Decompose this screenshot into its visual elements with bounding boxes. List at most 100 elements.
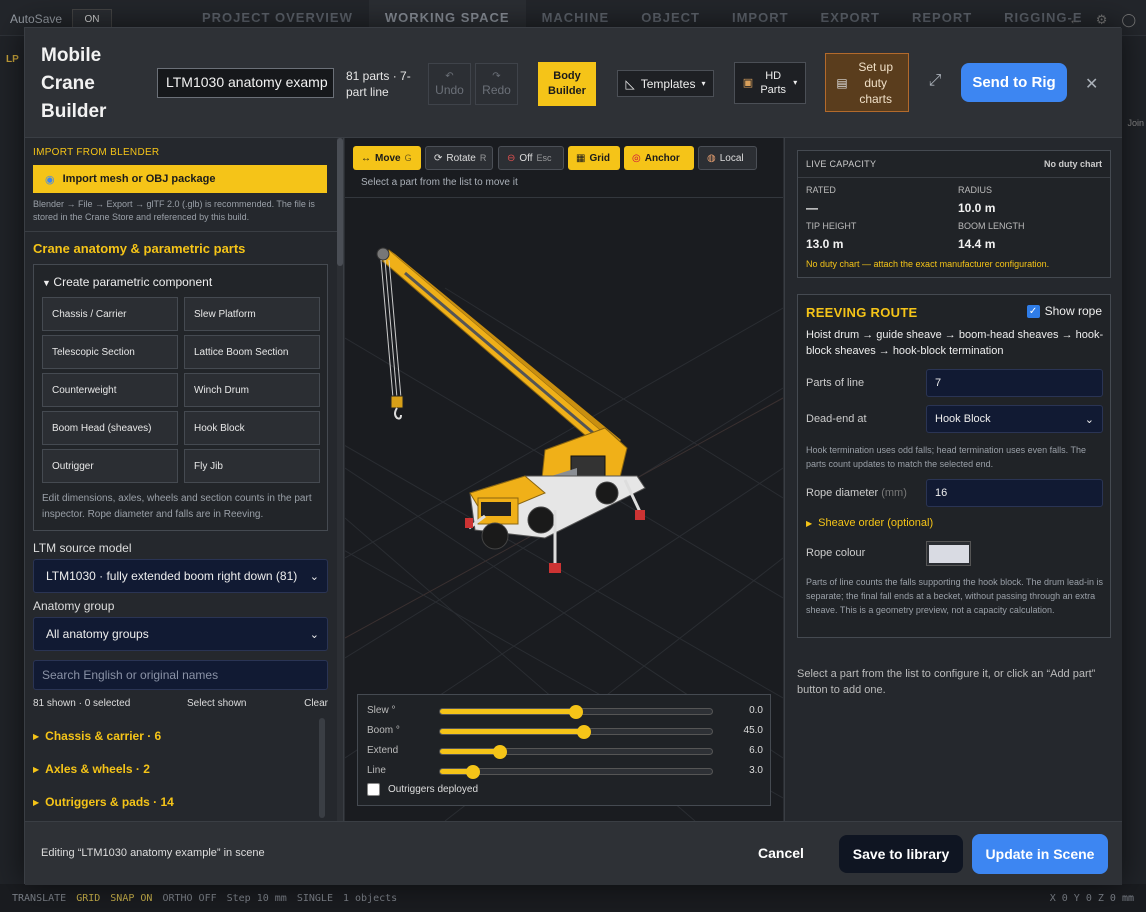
autosave-toggle[interactable]: ON <box>72 9 112 29</box>
outriggers-checkbox[interactable]: Outriggers deployed <box>367 783 478 796</box>
capacity-heading: LIVE CAPACITY <box>806 159 877 169</box>
left-scrollbar[interactable] <box>337 138 343 821</box>
component-winch-drum-button[interactable]: Winch Drum <box>184 373 320 407</box>
extend-track[interactable] <box>439 745 713 759</box>
status-ortho: ORTHO OFF <box>162 892 217 904</box>
dead-end-select[interactable]: Hook Block ⌄ <box>926 405 1103 433</box>
rotate-label: Rotate <box>446 152 476 164</box>
show-rope-checkbox[interactable]: ✓ Show rope <box>1026 304 1102 318</box>
boom-slider[interactable]: Boom ° 45.0 <box>367 723 763 739</box>
parts-info: 81 parts · 7-part line <box>346 69 411 99</box>
rope-colour-swatch <box>928 544 969 563</box>
slew-label: Slew ° <box>367 705 396 716</box>
save-to-library-button[interactable]: Save to library <box>839 835 963 873</box>
off-key: Esc <box>536 153 552 163</box>
boom-value: 45.0 <box>743 725 763 736</box>
rotate-tool-button[interactable]: ⟳ Rotate R <box>425 146 493 170</box>
rope-diameter-label: Rope diameter (mm) <box>806 487 907 499</box>
chevron-down-icon: ▾ <box>701 79 706 88</box>
local-toggle-button[interactable]: ◍ Local <box>698 146 757 170</box>
local-label: Local <box>719 152 744 164</box>
move-tool-button[interactable]: ↔ Move G <box>353 146 421 170</box>
off-tool-button[interactable]: ⊖ Off Esc <box>498 146 564 170</box>
component-telescopic-button[interactable]: Telescopic Section <box>42 335 178 369</box>
parametric-title: Create parametric component <box>53 275 213 289</box>
group-outriggers[interactable]: ▶ Outriggers & pads · 14 <box>33 795 174 809</box>
status-objects: 1 objects <box>342 892 398 904</box>
group-chassis[interactable]: ▶ Chassis & carrier · 6 <box>33 729 161 743</box>
rated-label: RATED <box>806 185 836 195</box>
checkmark-icon[interactable]: ✓ <box>1026 304 1040 318</box>
component-slew-platform-button[interactable]: Slew Platform <box>184 297 320 331</box>
send-to-rig-button[interactable]: Send to Rig <box>961 63 1067 102</box>
anatomy-heading: Crane anatomy & parametric parts <box>33 241 246 256</box>
rope-diameter-input[interactable]: 16 <box>926 479 1103 507</box>
line-track[interactable] <box>439 765 713 779</box>
source-label: LTM source model <box>33 541 132 555</box>
boom-track[interactable] <box>439 725 713 739</box>
triangle-right-icon: ▶ <box>33 731 40 741</box>
left-scroll-thumb[interactable] <box>337 138 343 266</box>
duty-charts-button[interactable]: ▤ Set up duty charts <box>825 53 909 112</box>
group-axles[interactable]: ▶ Axles & wheels · 2 <box>33 762 150 776</box>
cancel-button[interactable]: Cancel <box>758 845 804 861</box>
status-step: Step 10 mm <box>226 892 287 904</box>
source-select[interactable]: LTM1030 · fully extended boom right down… <box>33 559 328 593</box>
group-select[interactable]: All anatomy groups ⌄ <box>33 617 328 651</box>
line-value: 3.0 <box>749 765 763 776</box>
group-chassis-label: Chassis & carrier · 6 <box>45 729 162 743</box>
back-arrow-icon[interactable]: ← <box>1069 12 1082 28</box>
component-outrigger-button[interactable]: Outrigger <box>42 449 178 483</box>
rope-colour-picker[interactable] <box>926 541 971 566</box>
parts-of-line-input[interactable]: 7 <box>926 369 1103 397</box>
slew-slider[interactable]: Slew ° 0.0 <box>367 703 763 719</box>
templates-button[interactable]: ◺ Templates ▾ <box>617 70 714 97</box>
undo-button[interactable]: ↶ Undo <box>428 63 471 105</box>
hd-parts-button[interactable]: ▣ HD Parts ▾ <box>734 62 806 104</box>
select-shown-button[interactable]: Select shown <box>187 698 246 709</box>
line-knob[interactable] <box>465 765 480 779</box>
component-hook-block-button[interactable]: Hook Block <box>184 411 320 445</box>
capacity-status: No duty chart <box>1043 159 1102 169</box>
gear-icon[interactable]: ⚙ <box>1096 12 1108 28</box>
search-input[interactable]: Search English or original names <box>33 660 328 690</box>
reeving-path: Hoist drum → guide sheave → boom-head sh… <box>806 329 1104 357</box>
group-scrollbar[interactable] <box>319 718 325 818</box>
parametric-toggle[interactable]: ▼ Create parametric component <box>42 275 212 289</box>
clear-button[interactable]: Clear <box>304 698 328 709</box>
slew-track[interactable] <box>439 705 713 719</box>
close-icon[interactable]: ✕ <box>1085 74 1098 94</box>
sheave-order-toggle[interactable]: ▶ Sheave order (optional) <box>806 517 933 529</box>
redo-label: Redo <box>482 83 511 97</box>
redo-button[interactable]: ↷ Redo <box>475 63 518 105</box>
component-grid: Chassis / Carrier Slew Platform Telescop… <box>42 297 320 483</box>
extend-knob[interactable] <box>492 745 507 759</box>
component-boom-head-button[interactable]: Boom Head (sheaves) <box>42 411 178 445</box>
extend-slider[interactable]: Extend 6.0 <box>367 743 763 759</box>
grid-toggle-button[interactable]: ▦ Grid <box>568 146 620 170</box>
line-slider[interactable]: Line 3.0 <box>367 763 763 779</box>
update-in-scene-button[interactable]: Update in Scene <box>972 834 1108 874</box>
move-icon: ↔ <box>361 152 371 164</box>
parts-of-line-label: Parts of line <box>806 377 865 389</box>
build-name-input[interactable]: LTM1030 anatomy examp <box>157 68 334 98</box>
boom-knob[interactable] <box>577 725 592 739</box>
extend-label: Extend <box>367 745 399 756</box>
document-icon: ▤ <box>836 75 848 90</box>
component-counterweight-button[interactable]: Counterweight <box>42 373 178 407</box>
boom-length-value: 14.4 m <box>958 237 996 251</box>
component-chassis-button[interactable]: Chassis / Carrier <box>42 297 178 331</box>
group-label: Anatomy group <box>33 599 115 613</box>
component-fly-jib-button[interactable]: Fly Jib <box>184 449 320 483</box>
component-lattice-boom-button[interactable]: Lattice Boom Section <box>184 335 320 369</box>
outriggers-check[interactable] <box>367 783 380 796</box>
3d-viewport[interactable]: ↔ Move G ⟳ Rotate R ⊖ Off Esc ▦ Grid ◎ Anchor ◍ L… <box>345 138 783 821</box>
user-icon[interactable]: ◯ <box>1121 12 1136 28</box>
import-mesh-label: Import mesh or OBJ package <box>62 173 216 185</box>
live-capacity-box: LIVE CAPACITY No duty chart RATED — RADI… <box>797 150 1111 278</box>
slew-knob[interactable] <box>569 705 583 719</box>
anchor-toggle-button[interactable]: ◎ Anchor <box>624 146 694 170</box>
import-mesh-button[interactable]: ◉ Import mesh or OBJ package <box>33 165 327 193</box>
body-builder-button[interactable]: Body Builder <box>538 62 596 106</box>
expand-icon[interactable]: ⤢ <box>925 72 945 92</box>
